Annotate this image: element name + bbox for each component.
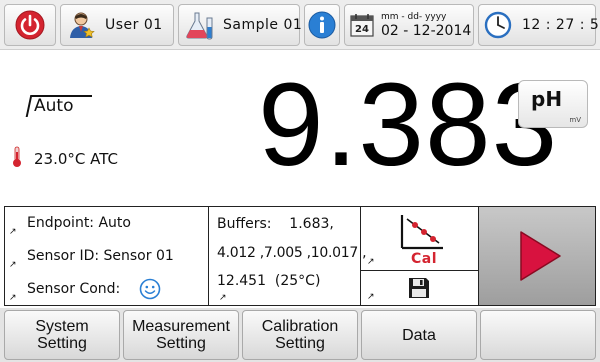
unit-alt-label: mV xyxy=(569,116,581,124)
sensor-cond-row[interactable]: ↗ Sensor Cond: xyxy=(5,273,208,305)
save-button[interactable]: ↗ xyxy=(361,272,478,305)
info-panel: ↗ Endpoint: Auto ↗ Sensor ID: Sensor 01 … xyxy=(4,206,596,306)
calendar-icon: 24 xyxy=(349,12,375,38)
power-button[interactable] xyxy=(4,4,56,46)
info-button[interactable] xyxy=(304,4,340,46)
endpoint-text: Endpoint: Auto xyxy=(27,215,131,231)
calibration-button[interactable]: Cal ↗ xyxy=(361,207,478,271)
cal-label: Cal xyxy=(411,251,438,267)
buffers-cell[interactable]: Buffers: 1.683, 4.012 ,7.005 ,10.017 , 1… xyxy=(209,207,367,305)
measurement-setting-button[interactable]: Measurement Setting xyxy=(123,310,239,360)
calibration-setting-label-2: Setting xyxy=(275,335,325,352)
calendar-day: 24 xyxy=(355,24,369,35)
system-setting-label-2: Setting xyxy=(37,335,87,352)
bottom-menu: System Setting Measurement Setting Calib… xyxy=(0,308,600,362)
main-reading: 9.383 xyxy=(258,59,559,191)
date-format: mm - dd- yyyy xyxy=(381,11,447,22)
buffers-line-3: 12.451 (25°C) xyxy=(217,273,321,289)
smiley-icon xyxy=(139,278,161,300)
time-button[interactable]: 12 : 27 : 56 xyxy=(478,4,600,46)
save-disk-icon xyxy=(407,276,431,300)
unit-toggle-button[interactable]: pH mV xyxy=(518,80,588,128)
time-label: 12 : 27 : 56 xyxy=(522,17,600,33)
data-button[interactable]: Data xyxy=(361,310,477,360)
corner-arrow: ↗ xyxy=(367,292,375,302)
measure-mode: Auto xyxy=(34,96,74,116)
calibration-setting-label-1: Calibration xyxy=(261,318,339,335)
corner-arrow: ↗ xyxy=(219,293,227,303)
user-button[interactable]: User 01 xyxy=(60,4,174,46)
buffers-line-1: Buffers: 1.683, xyxy=(217,216,334,232)
corner-arrow: ↗ xyxy=(9,227,17,237)
corner-arrow: ↗ xyxy=(9,260,17,270)
temperature-readout: 23.0°C ATC xyxy=(34,150,118,168)
user-label: User 01 xyxy=(105,17,163,33)
endpoint-row[interactable]: ↗ Endpoint: Auto xyxy=(5,207,208,239)
clock-icon xyxy=(484,11,512,39)
cal-save-cell: Cal ↗ ↗ xyxy=(361,207,479,305)
date-value: 02 - 12-2014 xyxy=(381,22,472,39)
unit-main-label: pH xyxy=(531,87,563,111)
measurement-setting-label-2: Setting xyxy=(156,335,206,352)
power-icon xyxy=(14,9,46,41)
measurement-setting-label-1: Measurement xyxy=(132,318,230,335)
ph-meter-screen: User 01 Sample 01 24 mm - dd- yyyy 02 - … xyxy=(0,0,600,362)
thermometer-icon xyxy=(12,146,22,168)
sensor-cond-text: Sensor Cond: xyxy=(27,281,121,297)
flask-icon xyxy=(183,10,217,40)
play-icon xyxy=(517,229,563,283)
sensor-info-cell: ↗ Endpoint: Auto ↗ Sensor ID: Sensor 01 … xyxy=(5,207,209,305)
blank-menu-button[interactable] xyxy=(480,310,596,360)
date-button[interactable]: 24 mm - dd- yyyy 02 - 12-2014 xyxy=(344,4,474,46)
buffers-line-2: 4.012 ,7.005 ,10.017 , xyxy=(217,245,367,261)
info-icon xyxy=(307,10,337,40)
corner-arrow: ↗ xyxy=(367,257,375,267)
start-measurement-button[interactable] xyxy=(479,207,595,305)
system-setting-button[interactable]: System Setting xyxy=(4,310,120,360)
sample-button[interactable]: Sample 01 xyxy=(178,4,303,46)
calibration-graph-icon xyxy=(399,213,445,251)
sample-label: Sample 01 xyxy=(223,17,303,33)
data-label: Data xyxy=(402,326,436,344)
sensor-id-row[interactable]: ↗ Sensor ID: Sensor 01 xyxy=(5,240,208,272)
system-setting-label-1: System xyxy=(35,318,89,335)
user-icon xyxy=(67,10,97,40)
sensor-id-text: Sensor ID: Sensor 01 xyxy=(27,248,174,264)
top-bar: User 01 Sample 01 24 mm - dd- yyyy 02 - … xyxy=(0,0,600,50)
calibration-setting-button[interactable]: Calibration Setting xyxy=(242,310,358,360)
corner-arrow: ↗ xyxy=(9,293,17,303)
